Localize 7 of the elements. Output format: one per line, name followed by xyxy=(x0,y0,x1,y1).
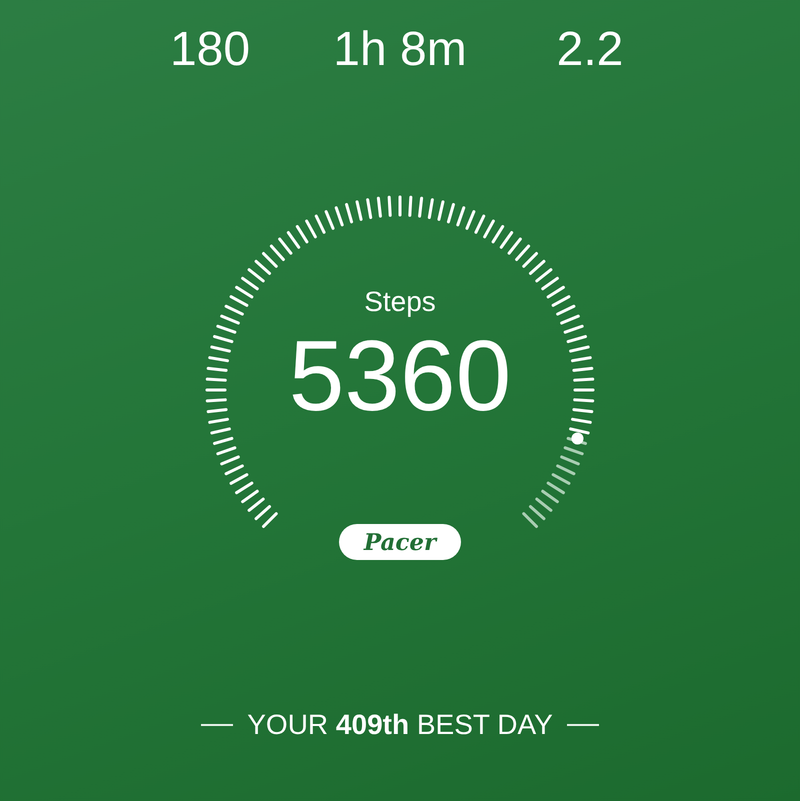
brand-badge: Pacer xyxy=(339,524,461,560)
best-day-text: YOUR 409th BEST DAY xyxy=(247,708,553,742)
stat-value: 2.2 xyxy=(556,22,624,78)
steps-label: Steps xyxy=(364,285,436,319)
steps-count: 5360 xyxy=(288,321,512,431)
stat-value: 180 xyxy=(168,22,252,78)
stat-value: 1h 8m xyxy=(332,22,468,78)
